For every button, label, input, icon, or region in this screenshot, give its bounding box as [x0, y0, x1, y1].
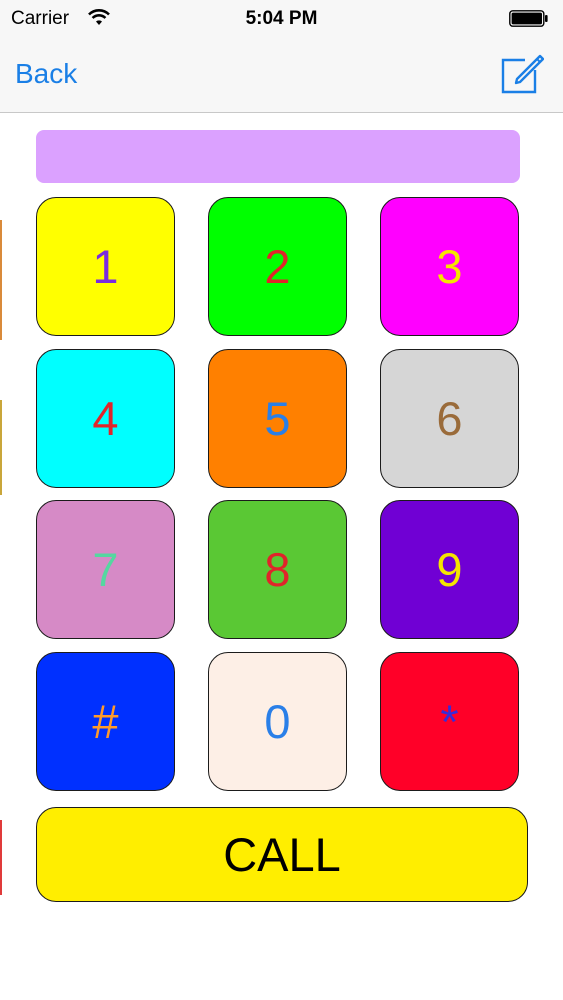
back-button[interactable]: Back [15, 58, 77, 90]
key-6-label: 6 [436, 392, 463, 445]
key-star-label: * [440, 695, 459, 748]
key-3[interactable]: 3 [380, 197, 519, 336]
edge-artifact [0, 400, 2, 495]
call-button[interactable]: CALL [36, 807, 528, 902]
key-7[interactable]: 7 [36, 500, 175, 639]
key-2[interactable]: 2 [208, 197, 347, 336]
key-9[interactable]: 9 [380, 500, 519, 639]
number-display [36, 130, 520, 183]
battery-icon [509, 10, 548, 27]
key-5-label: 5 [264, 392, 291, 445]
key-8-label: 8 [264, 543, 291, 596]
status-time: 5:04 PM [245, 8, 318, 29]
key-0-label: 0 [264, 695, 291, 748]
key-hash[interactable]: # [36, 652, 175, 791]
key-3-label: 3 [436, 240, 463, 293]
key-9-label: 9 [436, 543, 463, 596]
call-label: CALL [223, 828, 341, 881]
key-hash-label: # [92, 695, 119, 748]
compose-icon[interactable] [500, 51, 544, 95]
key-8[interactable]: 8 [208, 500, 347, 639]
key-1[interactable]: 1 [36, 197, 175, 336]
navigation-bar: Back [0, 38, 563, 113]
key-4[interactable]: 4 [36, 349, 175, 488]
keypad: 1 2 3 4 5 6 7 8 9 # 0 * [36, 197, 520, 792]
key-2-label: 2 [264, 240, 291, 293]
key-1-label: 1 [92, 240, 119, 293]
status-bar: Carrier 5:04 PM [0, 0, 563, 38]
key-5[interactable]: 5 [208, 349, 347, 488]
key-0[interactable]: 0 [208, 652, 347, 791]
edge-artifact [0, 820, 2, 895]
edge-artifact [0, 220, 2, 340]
key-4-label: 4 [92, 392, 119, 445]
key-star[interactable]: * [380, 652, 519, 791]
key-7-label: 7 [92, 543, 119, 596]
key-6[interactable]: 6 [380, 349, 519, 488]
